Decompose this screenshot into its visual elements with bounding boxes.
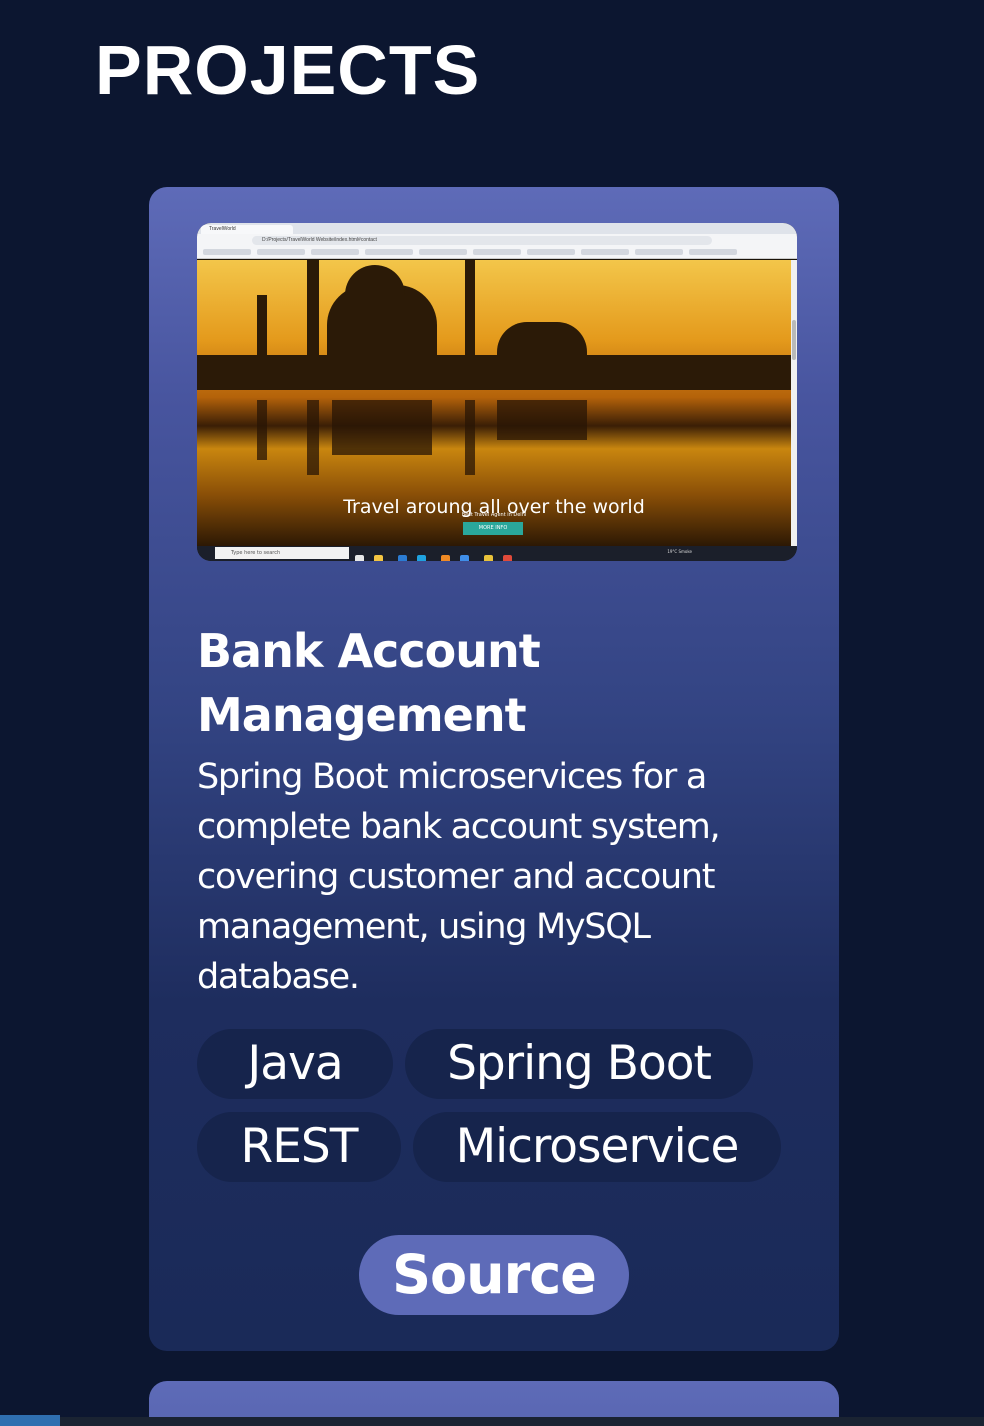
page: PROJECTS TravelWorld D:/Projects/TravelW… xyxy=(0,0,984,1426)
hero-more-info-button: MORE INFO xyxy=(463,522,523,535)
browser-tab: TravelWorld xyxy=(201,225,293,234)
tag-rest: REST xyxy=(197,1112,401,1182)
windows-taskbar: Type here to search 19°C Smoke xyxy=(197,546,797,561)
browser-address-bar: D:/Projects/TravelWorld Website/index.ht… xyxy=(197,234,797,247)
browser-tab-strip: TravelWorld xyxy=(197,223,797,234)
project-screenshot: TravelWorld D:/Projects/TravelWorld Webs… xyxy=(197,223,797,561)
browser-url: D:/Projects/TravelWorld Website/index.ht… xyxy=(252,236,712,245)
project-card: TravelWorld D:/Projects/TravelWorld Webs… xyxy=(149,187,839,1351)
browser-bookmarks-bar xyxy=(197,247,797,259)
tag-java: Java xyxy=(197,1029,393,1099)
hero-image: Travel aroung all over the world Best Tr… xyxy=(197,260,791,546)
project-title: Bank Account Management xyxy=(197,624,541,742)
tag-microservice: Microservice xyxy=(413,1112,781,1182)
browser-scrollbar xyxy=(791,260,797,546)
taskbar-search: Type here to search xyxy=(215,547,349,559)
tag-spring-boot: Spring Boot xyxy=(405,1029,753,1099)
taskbar-icons xyxy=(355,549,522,561)
section-title: PROJECTS xyxy=(95,31,481,109)
hero-subtitle: Best Travel Agent in Delhi xyxy=(461,512,527,518)
window-bottom-edge xyxy=(0,1417,984,1426)
source-button[interactable]: Source xyxy=(359,1235,629,1315)
taskbar-tray: 19°C Smoke xyxy=(667,549,692,554)
window-bottom-accent xyxy=(0,1415,60,1426)
project-description: Spring Boot microservices for a complete… xyxy=(197,757,721,997)
